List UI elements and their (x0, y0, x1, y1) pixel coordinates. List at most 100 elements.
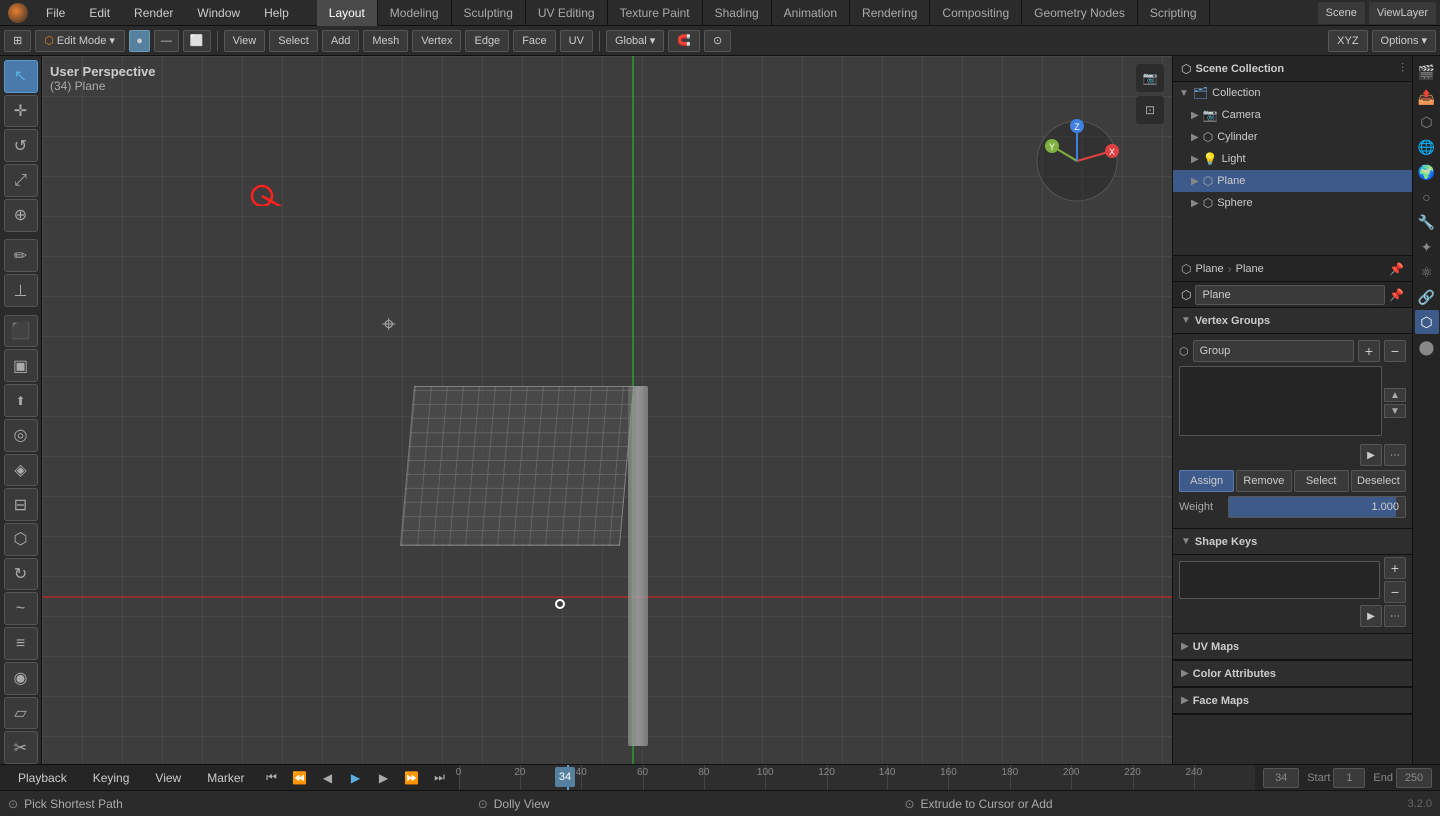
add-menu[interactable]: Add (322, 30, 360, 52)
object-data-props-btn[interactable]: ⬡ (1415, 310, 1439, 334)
menu-edit[interactable]: Edit (79, 6, 120, 20)
physics-props-btn[interactable]: ⚛ (1415, 260, 1439, 284)
tab-scripting[interactable]: Scripting (1138, 0, 1210, 26)
add-cube-btn[interactable]: ⬛ (4, 315, 38, 348)
tab-sculpting[interactable]: Sculpting (452, 0, 526, 26)
output-props-btn[interactable]: 📤 (1415, 85, 1439, 109)
prev-keyframe-btn[interactable]: ◀ (317, 767, 339, 789)
light-row[interactable]: ▶ 💡 Light (1173, 148, 1412, 170)
plane-row[interactable]: ▶ ⬡ Plane (1173, 170, 1412, 192)
assign-btn[interactable]: Assign (1179, 470, 1234, 492)
face-maps-header[interactable]: ▶ Face Maps (1173, 688, 1412, 714)
vg-down-btn[interactable]: ▼ (1384, 404, 1406, 418)
mode-selector[interactable]: ⬡ Edit Mode ▾ (35, 30, 125, 52)
end-frame-input[interactable]: 250 (1396, 768, 1432, 788)
outliner-filter-icon[interactable]: ⫶ (1401, 61, 1404, 76)
tab-animation[interactable]: Animation (772, 0, 850, 26)
pin-icon[interactable]: 📌 (1389, 262, 1404, 276)
collection-row[interactable]: ▼ 🗂 Collection (1173, 82, 1412, 104)
keying-menu[interactable]: Keying (83, 765, 140, 791)
object-name-field[interactable] (1195, 285, 1385, 305)
shrink-btn[interactable]: ◉ (4, 662, 38, 695)
face-menu[interactable]: Face (513, 30, 555, 52)
sk-list[interactable] (1179, 561, 1380, 599)
jump-end-btn[interactable]: ⏭ (429, 767, 451, 789)
edge-menu[interactable]: Edge (465, 30, 509, 52)
vg-triangle-more-btn[interactable]: ⋯ (1384, 444, 1406, 466)
menu-window[interactable]: Window (187, 6, 250, 20)
tab-shading[interactable]: Shading (703, 0, 772, 26)
material-props-btn[interactable]: ⬤ (1415, 335, 1439, 359)
options-btn[interactable]: Options ▾ (1372, 30, 1436, 52)
current-frame-input[interactable]: 34 (1263, 768, 1299, 788)
uv-menu[interactable]: UV (560, 30, 593, 52)
bevel-btn[interactable]: ◈ (4, 454, 38, 487)
camera-view-btn[interactable]: 📷 (1136, 64, 1164, 92)
render-props-btn[interactable]: 🎬 (1415, 60, 1439, 84)
poly-build-btn[interactable]: ⬡ (4, 523, 38, 556)
vertex-menu[interactable]: Vertex (412, 30, 461, 52)
scene-props-btn[interactable]: 🌐 (1415, 135, 1439, 159)
menu-help[interactable]: Help (254, 6, 299, 20)
vg-add-btn[interactable]: + (1358, 340, 1380, 362)
menu-file[interactable]: File (36, 6, 75, 20)
view-menu[interactable]: View (224, 30, 266, 52)
playback-menu[interactable]: Playback (8, 765, 77, 791)
tab-layout[interactable]: Layout (317, 0, 378, 26)
extrude-btn[interactable]: ⬆ (4, 384, 38, 417)
sk-expand-btn[interactable]: ▶ (1360, 605, 1382, 627)
camera-row[interactable]: ▶ 📷 Camera (1173, 104, 1412, 126)
jump-start-btn[interactable]: ⏮ (261, 767, 283, 789)
spin-btn[interactable]: ↻ (4, 558, 38, 591)
view-layer-props-btn[interactable]: ⬡ (1415, 110, 1439, 134)
scene-name-field[interactable]: Scene (1318, 2, 1365, 24)
inset-btn[interactable]: ◎ (4, 419, 38, 452)
view-layer-field[interactable]: ViewLayer (1369, 2, 1436, 24)
start-frame-input[interactable]: 1 (1333, 768, 1365, 788)
sk-add-btn[interactable]: + (1384, 557, 1406, 579)
move-tool-btn[interactable]: ✛ (4, 95, 38, 128)
timeline-scrubber[interactable]: 0 20 40 60 80 100 120 140 160 180 200 22… (459, 765, 1256, 790)
edge-slide-btn[interactable]: ≡ (4, 627, 38, 660)
annotate-btn[interactable]: ✏ (4, 239, 38, 272)
select-tool-btn[interactable]: ↖ (4, 60, 38, 93)
sphere-row[interactable]: ▶ ⬡ Sphere (1173, 192, 1412, 214)
tab-modeling[interactable]: Modeling (378, 0, 452, 26)
add-subdiv-btn[interactable]: ▣ (4, 349, 38, 382)
uv-maps-header[interactable]: ▶ UV Maps (1173, 634, 1412, 660)
measure-btn[interactable]: ⊥ (4, 274, 38, 307)
face-select-btn[interactable]: ⬜ (183, 30, 211, 52)
vg-up-btn[interactable]: ▲ (1384, 388, 1406, 402)
particles-props-btn[interactable]: ✦ (1415, 235, 1439, 259)
menu-render[interactable]: Render (124, 6, 183, 20)
tl-view-menu[interactable]: View (145, 765, 191, 791)
modifier-props-btn[interactable]: 🔧 (1415, 210, 1439, 234)
rip-btn[interactable]: ✂ (4, 731, 38, 764)
editor-type-btn[interactable]: ⊞ (4, 30, 31, 52)
vg-triangle-expand-btn[interactable]: ▶ (1360, 444, 1382, 466)
edge-select-btn[interactable]: — (154, 30, 179, 52)
object-props-btn[interactable]: ○ (1415, 185, 1439, 209)
cylinder-row[interactable]: ▶ ⬡ Cylinder (1173, 126, 1412, 148)
proportional-btn[interactable]: ⊙ (704, 30, 731, 52)
sk-more-btn[interactable]: ⋯ (1384, 605, 1406, 627)
smooth-btn[interactable]: ~ (4, 592, 38, 625)
vertex-select-btn[interactable]: ● (129, 30, 150, 52)
deselect-btn[interactable]: Deselect (1351, 470, 1406, 492)
prev-frame-btn[interactable]: ⏪ (289, 767, 311, 789)
next-keyframe-btn[interactable]: ▶ (373, 767, 395, 789)
tab-rendering[interactable]: Rendering (850, 0, 930, 26)
vertex-groups-header[interactable]: ▼ Vertex Groups (1173, 308, 1412, 334)
color-attributes-header[interactable]: ▶ Color Attributes (1173, 661, 1412, 687)
tab-uv-editing[interactable]: UV Editing (526, 0, 608, 26)
viewport[interactable]: User Perspective (34) Plane ⌖ X (42, 56, 1172, 764)
next-frame-btn[interactable]: ⏩ (401, 767, 423, 789)
viewport-shading-btn[interactable]: XYZ (1328, 30, 1367, 52)
transform-tool-btn[interactable]: ⊕ (4, 199, 38, 232)
rotate-tool-btn[interactable]: ↺ (4, 129, 38, 162)
constraints-props-btn[interactable]: 🔗 (1415, 285, 1439, 309)
marker-menu[interactable]: Marker (197, 765, 254, 791)
tab-compositing[interactable]: Compositing (930, 0, 1022, 26)
transform-space-btn[interactable]: Global ▾ (606, 30, 664, 52)
scale-tool-btn[interactable]: ⤢ (4, 164, 38, 197)
